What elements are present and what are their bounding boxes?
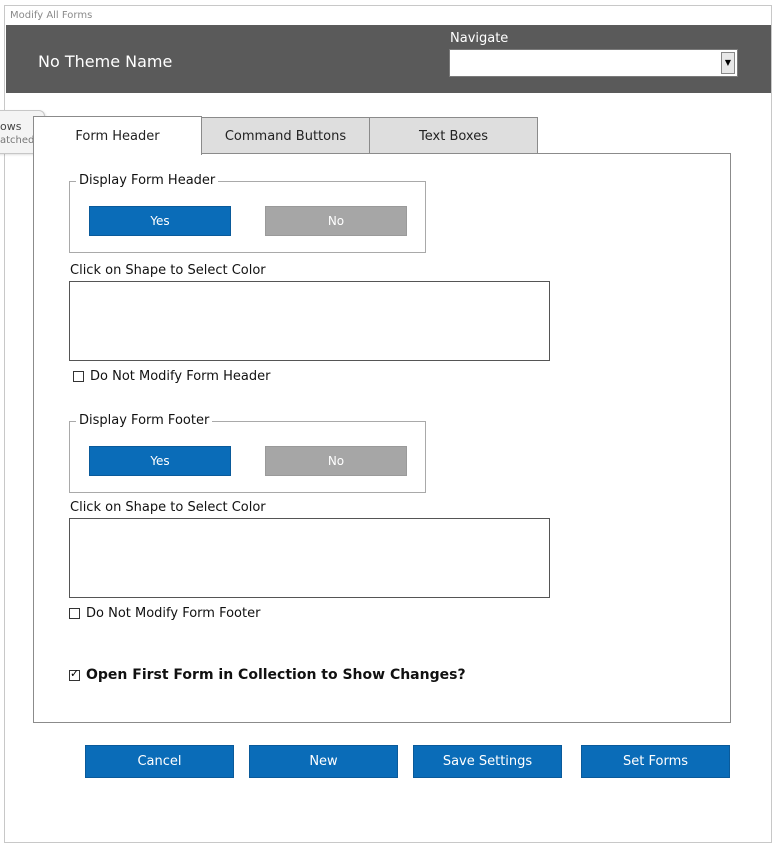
tab-text-boxes[interactable]: Text Boxes	[369, 117, 538, 154]
open-first-form-row[interactable]: Open First Form in Collection to Show Ch…	[69, 667, 466, 683]
navigate-select[interactable]: ▼	[449, 49, 738, 77]
do-not-modify-footer-row[interactable]: Do Not Modify Form Footer	[69, 606, 260, 621]
display-form-header-legend: Display Form Header	[76, 173, 219, 188]
tab-command-buttons[interactable]: Command Buttons	[201, 117, 370, 154]
do-not-modify-header-row[interactable]: Do Not Modify Form Header	[73, 369, 270, 384]
display-form-footer-legend: Display Form Footer	[76, 413, 213, 428]
header-no-button[interactable]: No	[265, 206, 407, 236]
footer-yes-button[interactable]: Yes	[89, 446, 231, 476]
window-title: Modify All Forms	[10, 10, 93, 21]
side-tab-text: ows	[0, 120, 22, 133]
do-not-modify-footer-label: Do Not Modify Form Footer	[86, 606, 261, 621]
open-first-form-checkbox[interactable]	[69, 667, 80, 681]
set-forms-button[interactable]: Set Forms	[581, 745, 730, 778]
open-first-form-label: Open First Form in Collection to Show Ch…	[86, 667, 466, 683]
footer-no-button[interactable]: No	[265, 446, 407, 476]
header-yes-button[interactable]: Yes	[89, 206, 231, 236]
do-not-modify-footer-checkbox[interactable]	[69, 608, 80, 619]
footer-color-shape[interactable]	[69, 518, 550, 598]
header-color-label: Click on Shape to Select Color	[70, 263, 266, 278]
do-not-modify-header-label: Do Not Modify Form Header	[90, 369, 271, 384]
header-color-shape[interactable]	[69, 281, 550, 361]
tab-form-header[interactable]: Form Header	[33, 116, 202, 155]
side-tab-subtext: atched	[0, 135, 35, 146]
do-not-modify-header-checkbox[interactable]	[73, 371, 84, 382]
save-settings-button[interactable]: Save Settings	[413, 745, 562, 778]
dropdown-arrow-icon[interactable]: ▼	[721, 52, 735, 74]
new-button[interactable]: New	[249, 745, 398, 778]
cancel-button[interactable]: Cancel	[85, 745, 234, 778]
navigate-label: Navigate	[450, 31, 509, 46]
theme-name: No Theme Name	[38, 52, 173, 71]
footer-color-label: Click on Shape to Select Color	[70, 500, 266, 515]
